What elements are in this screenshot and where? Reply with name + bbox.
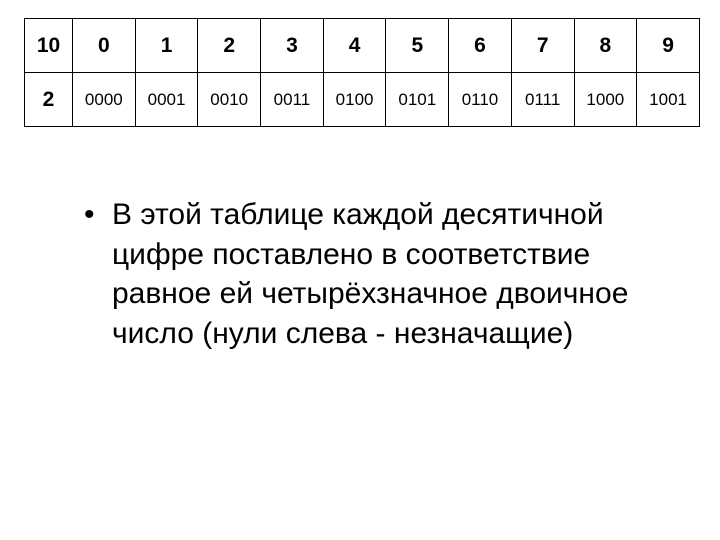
cell-value: 0111	[511, 73, 574, 127]
col-header: 9	[637, 19, 700, 73]
cell-value: 0101	[386, 73, 449, 127]
col-header: 0	[73, 19, 136, 73]
cell-value: 0010	[198, 73, 261, 127]
cell-value: 1001	[637, 73, 700, 127]
col-header: 8	[574, 19, 637, 73]
table-row: 2 0000 0001 0010 0011 0100 0101 0110 011…	[25, 73, 700, 127]
cell-value: 0001	[135, 73, 198, 127]
col-header: 3	[261, 19, 324, 73]
col-header: 2	[198, 19, 261, 73]
row-base-2-label: 2	[25, 73, 73, 127]
cell-value: 1000	[574, 73, 637, 127]
header-base-10-label: 10	[25, 19, 73, 73]
col-header: 1	[135, 19, 198, 73]
cell-value: 0000	[73, 73, 136, 127]
cell-value: 0110	[449, 73, 512, 127]
description-block: В этой таблице каждой десятичной цифре п…	[24, 195, 700, 353]
col-header: 7	[511, 19, 574, 73]
cell-value: 0011	[261, 73, 324, 127]
col-header: 6	[449, 19, 512, 73]
col-header: 5	[386, 19, 449, 73]
conversion-table: 10 0 1 2 3 4 5 6 7 8 9 2 0000 0001 0010 …	[24, 18, 700, 127]
col-header: 4	[323, 19, 386, 73]
description-text: В этой таблице каждой десятичной цифре п…	[84, 195, 660, 353]
cell-value: 0100	[323, 73, 386, 127]
